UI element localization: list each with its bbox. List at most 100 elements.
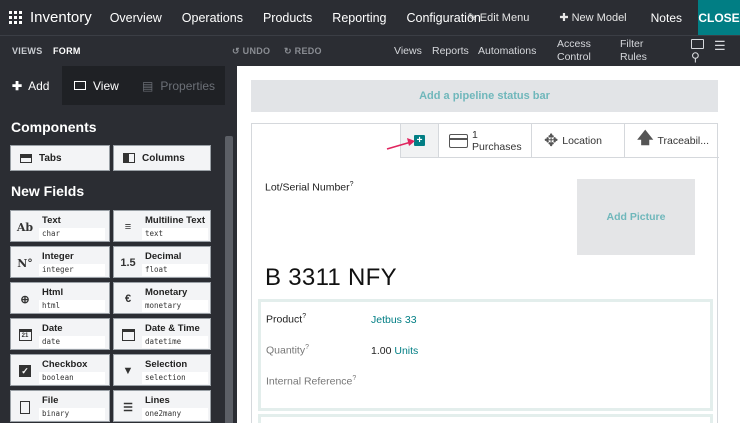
component-tabs-label: Tabs [39,152,62,164]
tab-add-label: Add [28,78,50,93]
close-button[interactable]: CLOSE [698,0,740,35]
lot-serial-text: Lot/Serial Number [265,181,350,194]
help-mark: ? [302,313,307,320]
decimal-icon: 1.5 [120,257,136,269]
purchases-smart-button[interactable]: 1 Purchases [438,124,531,158]
pencil-icon: ✎ [467,12,477,24]
undo-button[interactable]: ↺ UNDO [232,46,270,57]
menu-overview[interactable]: Overview [110,11,162,25]
field-selection[interactable]: ▼ Selection selection [113,354,211,386]
edit-menu-button[interactable]: ✎ Edit Menu [468,11,530,24]
component-columns[interactable]: Columns [113,145,211,171]
tab-properties-label: Properties [160,78,216,93]
field-type: binary [39,408,105,420]
menu-products[interactable]: Products [263,11,312,25]
id-card-icon[interactable] [691,39,704,49]
tab-add[interactable]: ✚ Add [0,66,62,105]
edit-menu-label: Edit Menu [479,12,530,24]
field-label: Date [42,323,63,334]
access-control-line2: Control [557,51,591,63]
undo-label: UNDO [242,46,271,56]
menu-operations[interactable]: Operations [182,11,243,25]
file-icon [16,399,34,415]
quantity-label: Quantity? [266,344,309,357]
quantity-number: 1.00 [371,345,392,357]
help-mark: ? [352,375,357,382]
location-smart-button[interactable]: ✥ Location [531,124,624,158]
tab-form[interactable]: FORM [53,46,81,56]
hamburger-icon[interactable]: ☰ [714,38,726,54]
globe-icon: ⊕ [20,293,30,306]
plus-icon: ✚ [12,78,23,93]
purchases-label: Purchases [472,140,522,153]
reports-link[interactable]: Reports [432,45,469,57]
notes-button[interactable]: Notes [651,11,682,25]
list-icon: ☰ [123,401,133,414]
plus-icon: ✚ [559,12,569,24]
field-lines[interactable]: ☰ Lines one2many [113,390,211,422]
redo-label: REDO [294,46,322,56]
field-type: selection [142,372,208,384]
redo-button[interactable]: ↻ REDO [284,46,322,57]
add-pipeline-status-bar[interactable]: Add a pipeline status bar [251,80,718,112]
field-type: integer [39,264,105,276]
tab-properties[interactable]: ▤ Properties [130,66,225,105]
field-label: File [42,395,59,406]
component-tabs[interactable]: Tabs [10,145,110,171]
form-canvas: Add a pipeline status bar + 1 Purchases … [237,66,740,423]
location-label: Location [562,134,602,147]
field-type: monetary [142,300,208,312]
field-label: Monetary [145,287,188,298]
field-label: Checkbox [42,359,88,370]
form-sheet: + 1 Purchases ✥ Location 🡅 Traceabil... … [251,123,719,423]
filter-rules-line2: Rules [620,51,647,63]
caret-down-icon: ▼ [122,365,134,377]
traceability-label: Traceabil... [657,134,709,147]
add-picture-button[interactable]: Add Picture [577,179,695,255]
quantity-value[interactable]: 1.00 Units [371,345,418,357]
lines-icon: ≡ [124,221,132,233]
views-link[interactable]: Views [394,45,422,57]
new-model-label: New Model [571,12,627,24]
new-fields-title: New Fields [11,183,85,199]
tab-view[interactable]: View [62,66,130,105]
field-monetary[interactable]: € Monetary monetary [113,282,211,314]
sidebar-scrollbar[interactable] [225,136,233,423]
apps-menu-icon[interactable] [0,0,30,35]
record-title[interactable]: B 3311 NFY [265,264,397,292]
menu-reporting[interactable]: Reporting [332,11,386,25]
product-value[interactable]: Jetbus 33 [371,314,417,326]
product-label-text: Product [266,313,303,326]
field-html[interactable]: ⊕ Html html [10,282,110,314]
filter-rules-link[interactable]: Filter Rules [620,38,647,64]
field-date[interactable]: 21 Date date [10,318,110,350]
field-date-time[interactable]: Date & Time datetime [113,318,211,350]
top-navbar: Inventory Overview Operations Products R… [0,0,740,35]
field-text[interactable]: Ab Text char [10,210,110,242]
purchases-text: 1 Purchases [472,129,522,153]
lot-serial-label: Lot/Serial Number? [265,181,354,194]
field-decimal[interactable]: 1.5 Decimal float [113,246,211,278]
new-model-button[interactable]: ✚ New Model [559,11,626,24]
number-icon: N° [17,256,33,270]
field-integer[interactable]: N° Integer integer [10,246,110,278]
automations-link[interactable]: Automations [478,45,536,57]
field-label: Date & Time [145,323,200,334]
access-control-link[interactable]: Access Control [557,38,591,64]
tab-view-label: View [93,78,119,93]
field-type: boolean [39,372,105,384]
calendar-icon: 21 [16,327,34,343]
calendar-clock-icon [119,327,137,343]
field-checkbox[interactable]: ✓ Checkbox boolean [10,354,110,386]
tab-views[interactable]: VIEWS [12,46,43,56]
internal-reference-text: Internal Reference [266,375,353,388]
field-type: html [39,300,105,312]
app-brand[interactable]: Inventory [30,9,92,26]
field-multiline-text[interactable]: ≡ Multiline Text text [113,210,211,242]
monitor-icon [74,81,86,90]
annotation-arrow [386,138,415,150]
field-type: datetime [142,336,208,348]
field-file[interactable]: File binary [10,390,110,422]
traceability-smart-button[interactable]: 🡅 Traceabil... [624,124,719,158]
search-icon[interactable]: ⚲ [691,50,700,64]
